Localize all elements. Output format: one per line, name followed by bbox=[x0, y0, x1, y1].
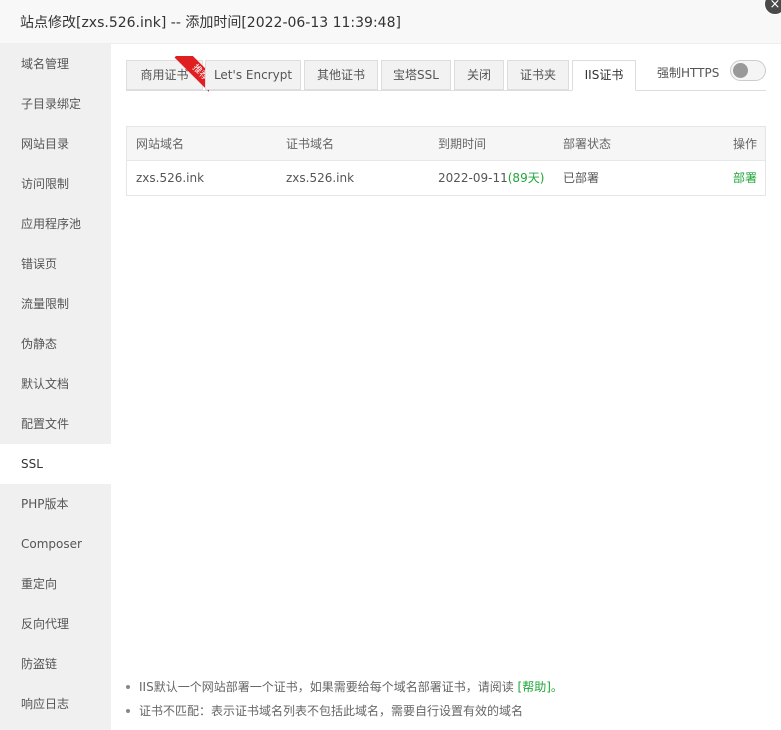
sidebar-item-error-page[interactable]: 错误页 bbox=[0, 244, 111, 284]
header-cert-domain: 证书域名 bbox=[286, 137, 335, 151]
days-left: (89天) bbox=[507, 171, 545, 185]
tab-bt-ssl[interactable]: 宝塔SSL bbox=[381, 60, 451, 90]
table-header: 网站域名 证书域名 到期时间 部署状态 操作 bbox=[127, 127, 765, 161]
header-action: 操作 bbox=[732, 137, 757, 151]
sidebar-item-config-file[interactable]: 配置文件 bbox=[0, 404, 111, 444]
tab-iis-cert[interactable]: IIS证书 bbox=[572, 60, 636, 91]
sidebar-item-subdir-binding[interactable]: 子目录绑定 bbox=[0, 84, 111, 124]
sidebar-item-hotlink[interactable]: 防盗链 bbox=[0, 644, 111, 684]
sidebar-item-access-limit[interactable]: 访问限制 bbox=[0, 164, 111, 204]
sidebar-item-ssl[interactable]: SSL bbox=[0, 444, 111, 484]
force-https-toggle[interactable] bbox=[730, 60, 766, 81]
sidebar-item-php-version[interactable]: PHP版本 bbox=[0, 484, 111, 524]
tab-lets-encrypt[interactable]: Let's Encrypt bbox=[205, 60, 301, 90]
tab-label: 商用证书 bbox=[140, 68, 189, 82]
table-row: zxs.526.ink zxs.526.ink 2022-09-11(89天) … bbox=[127, 161, 765, 195]
deploy-button[interactable]: 部署 bbox=[733, 161, 757, 195]
tab-commercial-cert[interactable]: 商用证书 推荐 bbox=[126, 56, 209, 98]
sidebar-item-default-doc[interactable]: 默认文档 bbox=[0, 364, 111, 404]
cell-cert-domain: zxs.526.ink bbox=[286, 171, 355, 185]
sidebar-item-site-directory[interactable]: 网站目录 bbox=[0, 124, 111, 164]
close-icon[interactable]: × bbox=[764, 0, 781, 15]
sidebar: 域名管理 子目录绑定 网站目录 访问限制 应用程序池 错误页 流量限制 伪静态 … bbox=[0, 44, 111, 730]
sidebar-item-domain[interactable]: 域名管理 bbox=[0, 44, 111, 84]
sidebar-item-response-log[interactable]: 响应日志 bbox=[0, 684, 111, 724]
sidebar-item-rewrite[interactable]: 伪静态 bbox=[0, 324, 111, 364]
sidebar-item-app-pool[interactable]: 应用程序池 bbox=[0, 204, 111, 244]
cell-status: 已部署 bbox=[563, 171, 600, 185]
help-link[interactable]: [帮助] bbox=[518, 680, 551, 694]
note-item: IIS默认一个网站部署一个证书，如果需要给每个域名部署证书，请阅读 [帮助]。 bbox=[126, 677, 766, 697]
main-panel: 商用证书 推荐 Let's Encrypt 其他证书 宝塔SSL 关闭 证书夹 … bbox=[111, 44, 781, 730]
cell-site-domain: zxs.526.ink bbox=[136, 171, 205, 185]
sidebar-item-reverse-proxy[interactable]: 反向代理 bbox=[0, 604, 111, 644]
note-end: 。 bbox=[550, 680, 563, 694]
expiry-date: 2022-09-11 bbox=[438, 171, 508, 185]
toggle-knob bbox=[733, 63, 748, 78]
tab-cert-folder[interactable]: 证书夹 bbox=[507, 60, 569, 90]
force-https-label: 强制HTTPS bbox=[657, 66, 720, 80]
tab-other-cert[interactable]: 其他证书 bbox=[304, 60, 378, 90]
tab-divider bbox=[126, 90, 766, 91]
sidebar-item-redirect[interactable]: 重定向 bbox=[0, 564, 111, 604]
tab-close-ssl[interactable]: 关闭 bbox=[454, 60, 504, 90]
window-title: 站点修改[zxs.526.ink] -- 添加时间[2022-06-13 11:… bbox=[20, 15, 401, 31]
header-site-domain: 网站域名 bbox=[136, 137, 185, 151]
cell-expiry: 2022-09-11(89天) bbox=[438, 161, 544, 195]
sidebar-item-composer[interactable]: Composer bbox=[0, 524, 111, 564]
help-notes: IIS默认一个网站部署一个证书，如果需要给每个域名部署证书，请阅读 [帮助]。 … bbox=[126, 677, 766, 725]
sidebar-item-traffic-limit[interactable]: 流量限制 bbox=[0, 284, 111, 324]
note-item: 证书不匹配：表示证书域名列表不包括此域名，需要自行设置有效的域名 bbox=[126, 701, 766, 721]
note-text: IIS默认一个网站部署一个证书，如果需要给每个域名部署证书，请阅读 bbox=[139, 680, 514, 694]
cert-table: 网站域名 证书域名 到期时间 部署状态 操作 zxs.526.ink zxs.5… bbox=[126, 126, 766, 196]
header-expiry: 到期时间 bbox=[438, 137, 487, 151]
window-titlebar: 站点修改[zxs.526.ink] -- 添加时间[2022-06-13 11:… bbox=[0, 0, 781, 44]
header-status: 部署状态 bbox=[563, 137, 612, 151]
